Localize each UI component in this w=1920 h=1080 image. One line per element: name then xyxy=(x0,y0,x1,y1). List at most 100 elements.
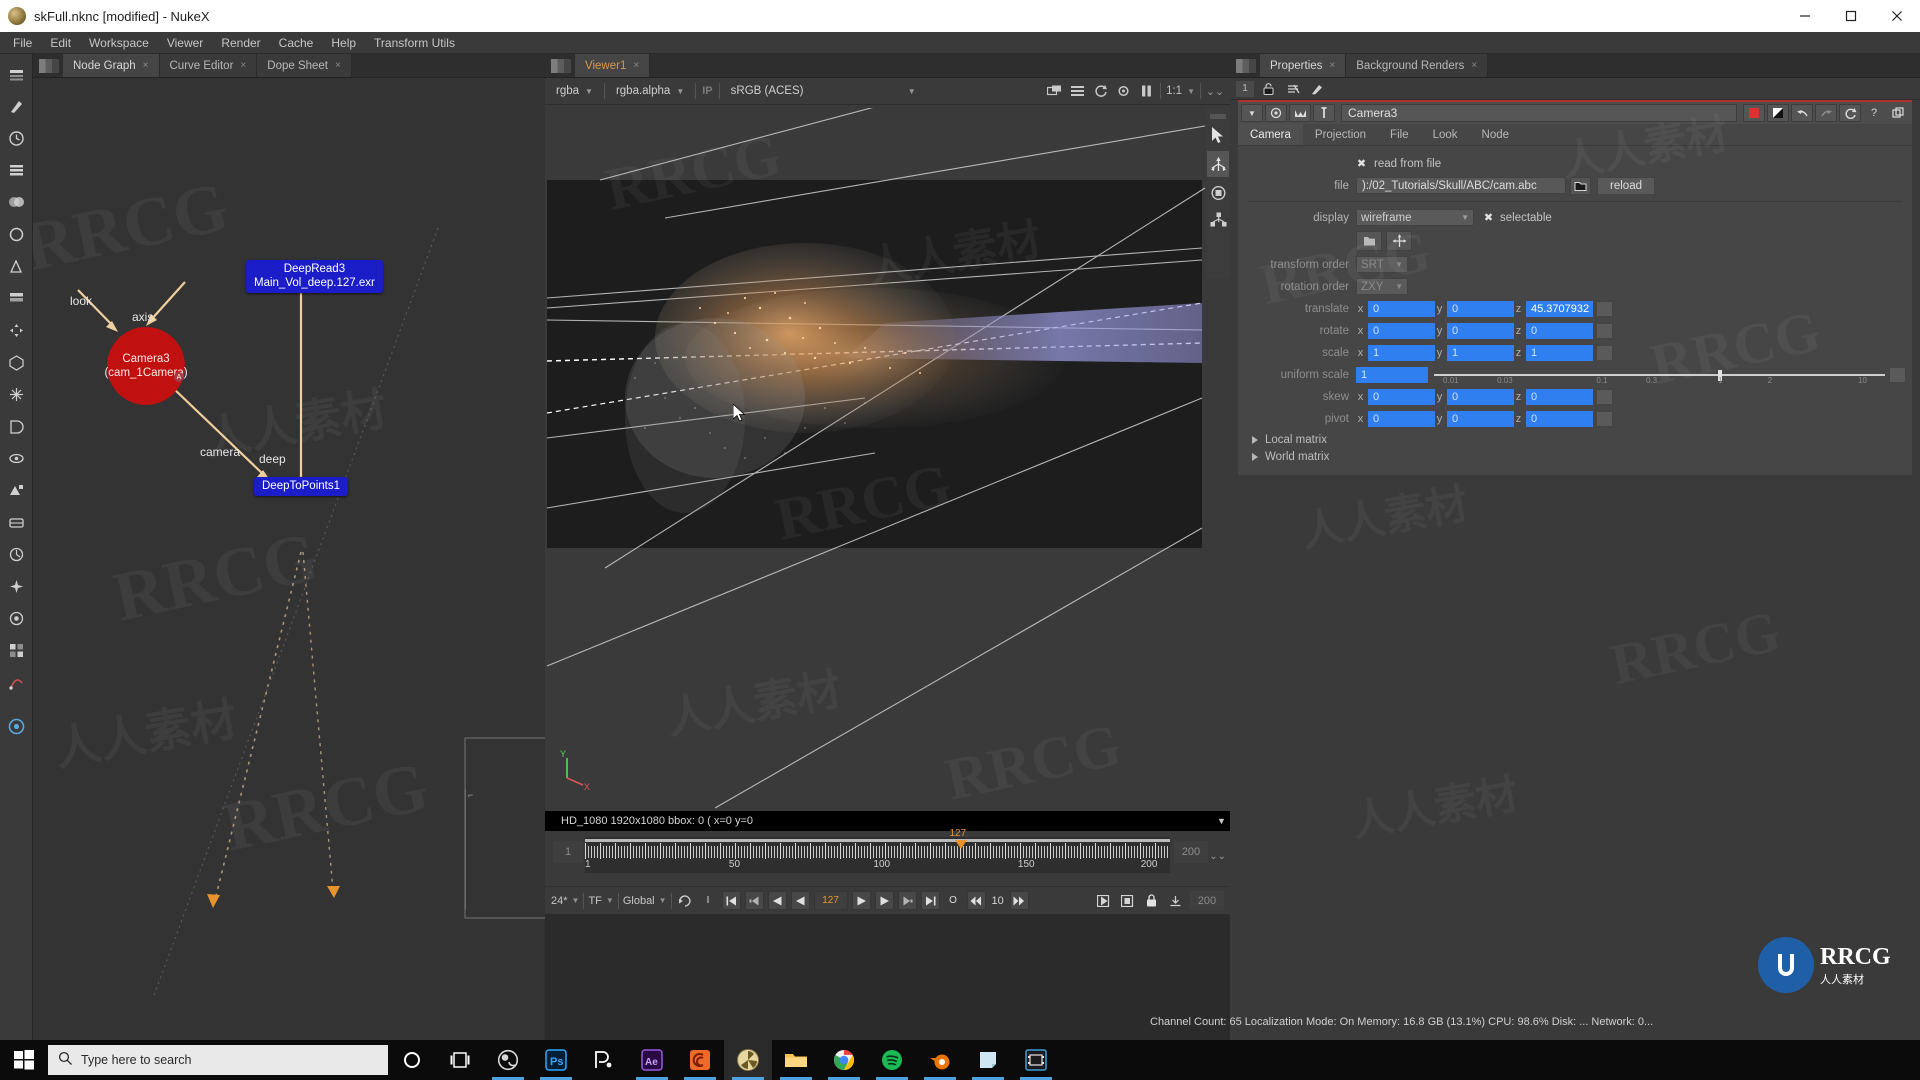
download-icon[interactable] xyxy=(1166,892,1184,910)
tab-look[interactable]: Look xyxy=(1421,124,1470,145)
aftereffects-alt-icon[interactable] xyxy=(580,1040,628,1080)
reset-transform-icon[interactable] xyxy=(1386,231,1412,251)
menu-cache[interactable]: Cache xyxy=(270,32,323,54)
views-nodes-icon[interactable] xyxy=(0,506,33,538)
transform-nodes-icon[interactable] xyxy=(0,314,33,346)
proxy-icon[interactable] xyxy=(1118,892,1136,910)
selectable-checkbox[interactable]: ✖ xyxy=(1483,212,1494,224)
menu-workspace[interactable]: Workspace xyxy=(80,32,158,54)
scale-x-input[interactable]: 1 xyxy=(1368,344,1435,361)
tab-dope-sheet[interactable]: Dope Sheet × xyxy=(257,54,352,77)
chevron-down-icon[interactable]: ▼ xyxy=(1187,87,1195,96)
node-graph-canvas[interactable]: ⌐ DeepRead3 Main_Vol_deep.127.exr Camera… xyxy=(33,78,545,1040)
channel-set-dropdown[interactable]: rgba ▼ xyxy=(551,82,598,100)
viewer-canvas[interactable]: Y X RRCG 人人素材 RRCG 人人素材 RRCG xyxy=(545,108,1230,811)
media-player-icon[interactable] xyxy=(1012,1040,1060,1080)
prev-keyframe-icon[interactable] xyxy=(744,891,764,910)
roto-icon[interactable] xyxy=(0,666,33,698)
viewer-status-dropdown-icon[interactable]: ▼ xyxy=(1213,811,1230,831)
viewer-refresh-icon[interactable] xyxy=(1091,82,1109,100)
plugins-icon[interactable] xyxy=(0,570,33,602)
select-arrow-icon[interactable] xyxy=(1207,123,1229,149)
next-frame-icon[interactable] xyxy=(874,891,894,910)
tab-background-renders-close-icon[interactable]: × xyxy=(1471,60,1477,71)
folder-icon[interactable] xyxy=(1570,176,1591,195)
loop-icon[interactable] xyxy=(676,891,695,910)
sync-mode-value[interactable]: TF xyxy=(588,895,601,907)
nuke-icon[interactable] xyxy=(724,1040,772,1080)
rotation-order-dropdown[interactable]: ZXY ▼ xyxy=(1356,278,1408,295)
revert-icon[interactable] xyxy=(1839,104,1861,122)
skew-animation-button[interactable] xyxy=(1596,388,1613,405)
spotify-icon[interactable] xyxy=(868,1040,916,1080)
redo-icon[interactable] xyxy=(1815,104,1837,122)
timeline-out-frame[interactable]: 200 xyxy=(1174,841,1208,863)
uniform-scale-slider[interactable]: 0.01 0.03 0.1 0.3 1 2 10 xyxy=(1434,369,1885,385)
undo-icon[interactable] xyxy=(1791,104,1813,122)
other-nodes-icon[interactable] xyxy=(0,538,33,570)
metadata-nodes-icon[interactable] xyxy=(0,474,33,506)
read-from-file-checkbox[interactable]: ✖ xyxy=(1356,158,1367,170)
chevron-down-icon[interactable]: ▼ xyxy=(606,896,614,905)
tab-node[interactable]: Node xyxy=(1470,124,1522,145)
menu-viewer[interactable]: Viewer xyxy=(158,32,212,54)
step-back-icon[interactable] xyxy=(966,891,986,910)
node-deep-read-3[interactable]: DeepRead3 Main_Vol_deep.127.exr xyxy=(246,260,383,293)
tab-properties-close-icon[interactable]: × xyxy=(1329,60,1335,71)
lock-icon[interactable] xyxy=(1260,80,1278,98)
translate-animation-button[interactable] xyxy=(1596,300,1613,317)
skew-z-input[interactable]: 0 xyxy=(1526,388,1593,405)
close-button[interactable] xyxy=(1874,0,1920,32)
windows-start-icon[interactable] xyxy=(0,1040,48,1080)
timeline-track[interactable]: 1 50 100 150 200 127 xyxy=(585,828,1170,873)
clear-icon[interactable] xyxy=(1284,80,1302,98)
zoom-level-value[interactable]: 1:1 xyxy=(1166,85,1182,97)
first-frame-icon[interactable] xyxy=(721,891,741,910)
current-frame-input[interactable]: 127 xyxy=(813,891,848,910)
tab-camera[interactable]: Camera xyxy=(1238,124,1303,145)
pane-grip-icon[interactable] xyxy=(39,58,59,73)
nodes-grid-icon[interactable] xyxy=(0,634,33,666)
cinema4d-icon[interactable] xyxy=(676,1040,724,1080)
menu-edit[interactable]: Edit xyxy=(41,32,80,54)
properties-panel-count[interactable]: 1 xyxy=(1236,80,1254,97)
draw-nodes-icon[interactable] xyxy=(0,90,33,122)
keyer-nodes-icon[interactable] xyxy=(0,250,33,282)
last-frame-icon[interactable] xyxy=(920,891,940,910)
pivot-animation-button[interactable] xyxy=(1596,410,1613,427)
menu-render[interactable]: Render xyxy=(212,32,269,54)
pivot-x-input[interactable]: 0 xyxy=(1368,410,1435,427)
lock-icon[interactable] xyxy=(1142,892,1160,910)
scale-y-input[interactable]: 1 xyxy=(1447,344,1514,361)
play-forward-icon[interactable] xyxy=(851,891,871,910)
lock-scope-value[interactable]: Global xyxy=(623,895,655,907)
fps-value[interactable]: 24* xyxy=(551,895,568,907)
3d-nodes-icon[interactable] xyxy=(0,346,33,378)
timeline-out-frame-duplicate[interactable]: 200 xyxy=(1190,891,1224,910)
settings-gear-icon[interactable] xyxy=(0,710,33,742)
timeline-expand-icon[interactable]: ⌄⌄ xyxy=(1209,851,1226,862)
file-path-input[interactable]: ):/02_Tutorials/Skull/ABC/cam.abc xyxy=(1356,177,1566,194)
scale-gizmo-icon[interactable] xyxy=(1207,207,1229,233)
filter-nodes-icon[interactable] xyxy=(0,218,33,250)
step-forward-icon[interactable] xyxy=(1009,891,1029,910)
minimize-button[interactable] xyxy=(1782,0,1828,32)
chevron-down-icon[interactable]: ▼ xyxy=(659,896,667,905)
tab-node-graph[interactable]: Node Graph × xyxy=(63,54,160,77)
chevron-down-icon[interactable]: ▼ xyxy=(572,896,580,905)
gradient-icon[interactable] xyxy=(1767,104,1789,122)
rotate-x-input[interactable]: 0 xyxy=(1368,322,1435,339)
obs-icon[interactable] xyxy=(484,1040,532,1080)
fullres-icon[interactable] xyxy=(1094,892,1112,910)
local-matrix-row[interactable]: Local matrix xyxy=(1244,431,1906,448)
world-matrix-row[interactable]: World matrix xyxy=(1244,448,1906,465)
task-view-icon[interactable] xyxy=(436,1040,484,1080)
viewer-pane-grip-icon[interactable] xyxy=(551,58,571,73)
tab-file[interactable]: File xyxy=(1378,124,1421,145)
tab-viewer1-close-icon[interactable]: × xyxy=(633,60,639,71)
toolbar-grip-icon[interactable] xyxy=(1210,114,1226,119)
display-dropdown[interactable]: wireframe ▼ xyxy=(1356,209,1474,226)
uniform-scale-animation-button[interactable] xyxy=(1889,366,1906,383)
help-icon[interactable]: ? xyxy=(1863,104,1885,122)
edit-pencil-icon[interactable] xyxy=(1308,80,1326,98)
